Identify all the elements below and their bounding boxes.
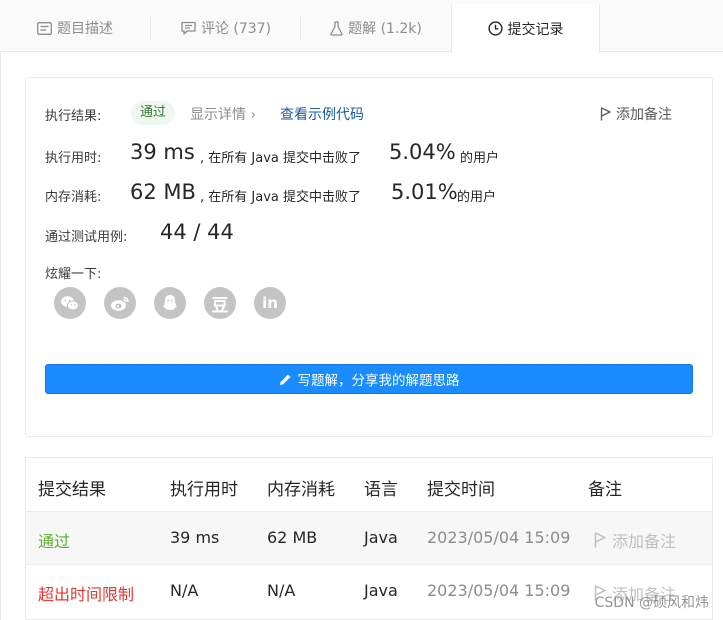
- table-row: 通过 39 ms 62 MB Java 2023/05/04 15:09 添加备…: [26, 511, 712, 564]
- row-memory: N/A: [267, 581, 296, 600]
- result-card: 执行结果: 通过 显示详情 › 查看示例代码 添加备注 执行用时: 39 ms …: [25, 77, 713, 437]
- header-runtime: 执行用时: [170, 480, 238, 500]
- row-memory: 62 MB: [267, 528, 318, 547]
- flag-icon: [600, 107, 611, 121]
- weibo-icon[interactable]: [104, 287, 136, 319]
- tab-description-label: 题目描述: [57, 21, 113, 37]
- tab-submissions-label: 提交记录: [507, 21, 564, 38]
- add-note-label: 添加备注: [616, 107, 672, 123]
- tests-value: 44 / 44: [160, 220, 234, 244]
- tab-solutions-label: 题解 (1.2k): [348, 21, 422, 37]
- header-time: 提交时间: [427, 480, 495, 500]
- submission-result-link[interactable]: 超出时间限制: [38, 581, 134, 605]
- tests-label: 通过测试用例:: [45, 230, 128, 245]
- panel-border: [0, 52, 1, 620]
- tab-comments-label: 评论 (737): [200, 21, 272, 37]
- row-time: 2023/05/04 15:09: [427, 528, 571, 547]
- row-language: Java: [364, 528, 398, 547]
- linkedin-glyph: in: [262, 294, 278, 312]
- flag-icon: [594, 532, 606, 548]
- row-runtime: 39 ms: [170, 528, 220, 547]
- runtime-label: 执行用时:: [45, 151, 102, 166]
- memory-percent: 5.01%: [391, 180, 458, 204]
- wechat-icon[interactable]: [54, 287, 86, 319]
- watermark: CSDN @硕风和炜: [594, 595, 709, 611]
- header-language: 语言: [364, 480, 398, 500]
- memory-label: 内存消耗:: [45, 190, 102, 205]
- memory-suffix: 的用户: [457, 190, 497, 205]
- result-label: 执行结果:: [45, 109, 102, 124]
- row-runtime: N/A: [170, 581, 199, 600]
- header-note: 备注: [588, 480, 622, 500]
- header-memory: 内存消耗: [267, 480, 335, 500]
- douban-glyph: 豆: [211, 295, 229, 316]
- memory-text: , 在所有 Java 提交中击败了: [200, 190, 361, 205]
- submission-result-link[interactable]: 通过: [38, 528, 70, 552]
- tab-solutions[interactable]: 题解 (1.2k): [301, 4, 451, 52]
- flask-icon: [330, 20, 343, 36]
- header-result: 提交结果: [38, 480, 106, 500]
- comment-icon: [181, 21, 196, 35]
- runtime-text: , 在所有 Java 提交中击败了: [200, 151, 361, 166]
- status-badge: 通过: [131, 101, 176, 125]
- linkedin-icon[interactable]: in: [254, 287, 286, 319]
- row-add-note-label: 添加备注: [612, 532, 677, 551]
- row-add-note-button[interactable]: 添加备注: [594, 528, 676, 552]
- description-icon: [37, 21, 52, 35]
- write-solution-button[interactable]: 写题解，分享我的解题思路: [45, 364, 693, 394]
- add-note-button[interactable]: 添加备注: [600, 104, 672, 124]
- douban-icon[interactable]: 豆: [204, 287, 236, 319]
- tab-comments[interactable]: 评论 (737): [151, 4, 301, 52]
- row-time: 2023/05/04 15:09: [427, 581, 571, 600]
- pencil-icon: [279, 374, 290, 385]
- row-language: Java: [364, 581, 398, 600]
- runtime-percent: 5.04%: [389, 140, 456, 164]
- write-solution-label: 写题解，分享我的解题思路: [297, 373, 460, 389]
- tab-submissions[interactable]: 提交记录: [451, 4, 600, 53]
- qq-icon[interactable]: [154, 287, 186, 319]
- share-label: 炫耀一下:: [45, 267, 102, 282]
- tab-bar: 题目描述 评论 (737) 题解 (1.2k) 提交记录: [0, 0, 723, 53]
- view-example-link[interactable]: 查看示例代码: [280, 104, 364, 124]
- show-details-link[interactable]: 显示详情 ›: [190, 104, 256, 124]
- tab-description[interactable]: 题目描述: [0, 4, 150, 52]
- clock-icon: [487, 21, 503, 36]
- runtime-suffix: 的用户: [460, 151, 500, 166]
- runtime-value: 39 ms: [130, 140, 195, 164]
- memory-value: 62 MB: [130, 180, 196, 204]
